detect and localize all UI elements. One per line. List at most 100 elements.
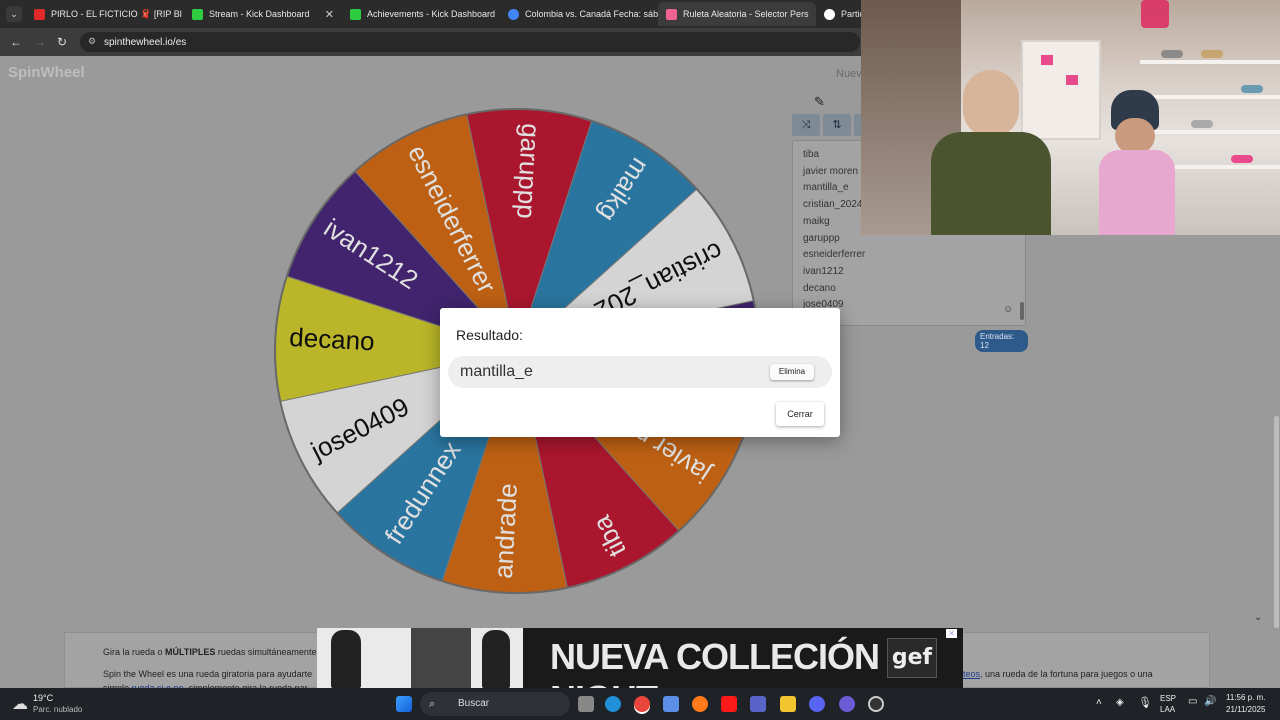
edge-icon[interactable]	[605, 696, 621, 712]
pink-shoe	[1066, 75, 1078, 85]
tab-title: Stream - Kick Dashboard	[209, 9, 310, 19]
sneaker	[1231, 155, 1253, 163]
sort-icon: ⇅	[832, 119, 842, 131]
ad-banner[interactable]: NUEVA COLLECIÓN NIGHT gef ✕	[317, 628, 963, 688]
sneaker	[1201, 50, 1223, 58]
result-title: Resultado:	[456, 327, 523, 343]
edit-icon[interactable]: ✎	[814, 94, 825, 110]
weather-desc: Parc. nublado	[33, 705, 83, 714]
ad-brand-logo: gef	[887, 638, 937, 678]
scroll-down-icon[interactable]: ⌄	[1254, 612, 1262, 623]
app-icon[interactable]	[868, 696, 884, 712]
ball-favicon-icon	[824, 8, 835, 20]
browser-tab[interactable]: Colombia vs. Canadá Fecha: sáb ✕	[500, 2, 658, 26]
tab-title: Achievements - Kick Dashboard	[367, 9, 496, 19]
model-figure	[331, 630, 361, 688]
chrome-icon[interactable]	[634, 696, 650, 712]
neon-sign	[1141, 0, 1169, 28]
file-explorer-icon[interactable]	[780, 696, 796, 712]
windows-start-icon[interactable]	[396, 696, 412, 712]
weather-icon[interactable]: ☁	[12, 694, 28, 714]
info-line-1: Gira la rueda o MÚLTIPLES ruedas simultá…	[103, 647, 317, 657]
sneaker	[1161, 50, 1183, 58]
language-bottom[interactable]: LAA	[1160, 705, 1175, 714]
site-logo[interactable]: SpinWheel	[8, 64, 85, 81]
face	[963, 70, 1019, 138]
model-figure	[482, 630, 510, 688]
sneaker	[1191, 120, 1213, 128]
copilot-icon[interactable]	[663, 696, 679, 712]
microphone-icon[interactable]: 🎙	[1138, 696, 1152, 709]
emoji-icon[interactable]: ☺	[1003, 304, 1013, 315]
ad-close-icon[interactable]: ✕	[946, 629, 957, 638]
tab-title: Ruleta Aleatoria - Selector Pers	[683, 9, 809, 19]
wheel-favicon-icon	[666, 8, 677, 20]
kick-icon	[192, 8, 203, 20]
shirt	[931, 132, 1051, 235]
remove-button[interactable]: Elimina	[770, 364, 814, 380]
webcam-overlay	[861, 0, 1280, 235]
discord-icon[interactable]	[809, 696, 825, 712]
teams-icon[interactable]	[750, 696, 766, 712]
tab-title: Colombia vs. Canadá Fecha: sáb	[525, 9, 658, 19]
ad-models-image	[317, 628, 523, 688]
shuffle-icon: ⤨	[801, 119, 811, 131]
tray-icon[interactable]: ◈	[1116, 697, 1124, 708]
sort-button[interactable]: ⇅	[823, 114, 851, 136]
tab-search-icon[interactable]: ⌄	[6, 6, 22, 22]
site-settings-icon[interactable]: ⚙	[88, 36, 96, 47]
shuffle-button[interactable]: ⤨	[792, 114, 820, 136]
raffle-link[interactable]: rteos	[960, 669, 980, 679]
guest-person	[1081, 90, 1191, 235]
taskbar-search[interactable]: ⌕ Buscar	[420, 692, 570, 716]
url-field[interactable]: ⚙ spinthewheel.io/es	[80, 32, 860, 52]
result-name: mantilla_e	[460, 363, 533, 380]
google-icon	[508, 8, 519, 20]
entries-count-badge: Entradas: 12	[975, 330, 1028, 352]
clock-time[interactable]: 11:56 p. m.	[1226, 693, 1265, 702]
browser-tab-active[interactable]: Ruleta Aleatoria - Selector Pers ✕	[658, 2, 816, 26]
model-figure	[411, 628, 471, 688]
youtube-icon	[34, 8, 45, 20]
forward-icon[interactable]: →	[34, 35, 46, 49]
info-line-2: Spin the Wheel es una rueda giratoria pa…	[103, 669, 313, 679]
entry-item: ivan1212	[803, 265, 844, 277]
clock-date[interactable]: 21/11/2025	[1226, 705, 1265, 714]
windows-taskbar: ☁ 19°C Parc. nublado ⌕ Buscar ˄ ◈ 🎙 ESP …	[0, 688, 1280, 720]
youtube-app-icon[interactable]	[721, 696, 737, 712]
result-dialog: Resultado: mantilla_e Elimina Cerrar	[440, 308, 840, 437]
top	[1099, 150, 1175, 235]
browser-tab[interactable]: Achievements - Kick Dashboard ✕	[342, 2, 500, 26]
reload-icon[interactable]: ↻	[57, 35, 67, 49]
browser-tab[interactable]: Stream - Kick Dashboard ✕	[184, 2, 342, 26]
browser-tab[interactable]: PIRLO - EL FICTICIO 🧣 [RIP Bl ✕	[26, 2, 184, 26]
volume-icon[interactable]: 🔊	[1204, 696, 1216, 707]
obs-icon[interactable]	[839, 696, 855, 712]
firefox-icon[interactable]	[692, 696, 708, 712]
back-icon[interactable]: ←	[10, 35, 22, 49]
chevron-up-icon[interactable]: ˄	[1096, 697, 1102, 708]
browser-tab[interactable]: Partid	[816, 2, 866, 26]
close-tab-icon[interactable]: ✕	[325, 8, 334, 21]
close-button[interactable]: Cerrar	[776, 402, 824, 426]
network-icon[interactable]: ▭	[1188, 696, 1197, 707]
pink-shoe	[1041, 55, 1053, 65]
face	[1115, 118, 1155, 154]
page-scrollbar[interactable]	[1274, 416, 1279, 628]
entries-scrollbar[interactable]	[1020, 302, 1024, 320]
streamer-person	[931, 70, 1051, 235]
search-placeholder: Buscar	[458, 698, 490, 709]
language-top[interactable]: ESP	[1160, 694, 1176, 703]
shelf	[1140, 60, 1280, 64]
result-row: mantilla_e Elimina	[448, 356, 832, 388]
info-line-2-right: rteos, una rueda de la fortuna para jueg…	[960, 669, 1153, 679]
tab-title: PIRLO - EL FICTICIO 🧣 [RIP Bl	[51, 8, 182, 19]
task-view-icon[interactable]	[578, 696, 594, 712]
url-text: spinthewheel.io/es	[104, 36, 187, 48]
entry-item: esneiderferrer	[803, 249, 866, 261]
kick-icon	[350, 8, 361, 20]
entry-item: decano	[803, 282, 836, 294]
new-wheel-link[interactable]: Nuev	[836, 68, 862, 80]
weather-temp: 19°C	[33, 693, 54, 703]
sneaker	[1241, 85, 1263, 93]
